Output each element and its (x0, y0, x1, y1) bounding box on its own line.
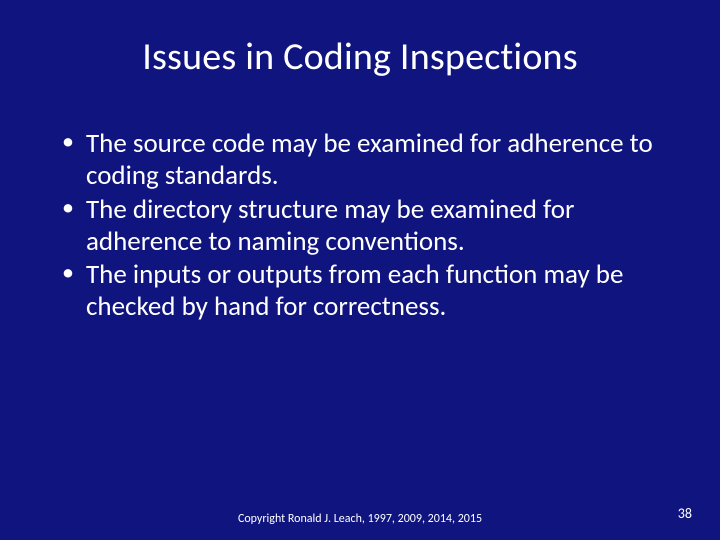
slide-content: The source code may be examined for adhe… (40, 128, 680, 323)
bullet-list: The source code may be examined for adhe… (62, 128, 672, 323)
bullet-item: The directory structure may be examined … (62, 194, 672, 258)
copyright-footer: Copyright Ronald J. Leach, 1997, 2009, 2… (0, 512, 720, 526)
bullet-item: The source code may be examined for adhe… (62, 128, 672, 192)
bullet-item: The inputs or outputs from each function… (62, 259, 672, 323)
page-number: 38 (678, 505, 692, 522)
slide: Issues in Coding Inspections The source … (0, 0, 720, 540)
slide-title: Issues in Coding Inspections (40, 34, 680, 80)
